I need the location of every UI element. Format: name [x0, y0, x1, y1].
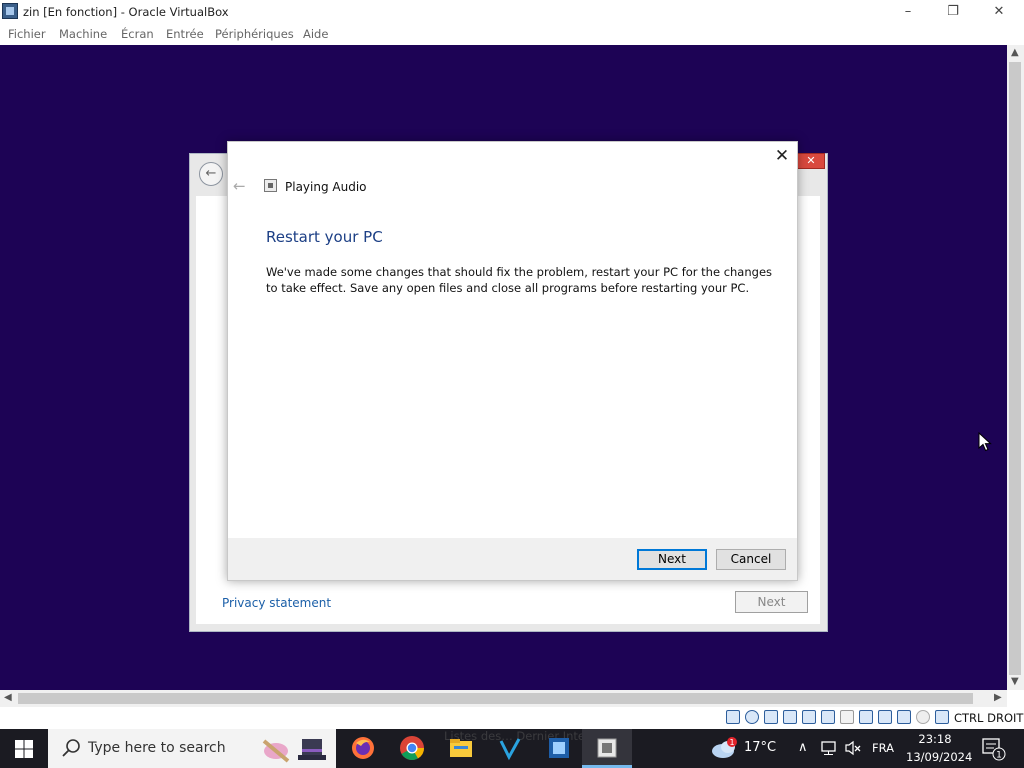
scroll-down-icon[interactable]: ▼	[1011, 676, 1019, 687]
virtualization-icon[interactable]	[897, 710, 911, 724]
display-icon[interactable]	[859, 710, 873, 724]
weather-badge: 1	[729, 738, 734, 747]
menu-entree[interactable]: Entrée	[166, 27, 204, 41]
dialog-close-icon[interactable]: ✕	[772, 146, 792, 166]
dialog-back-icon[interactable]: ←	[233, 177, 251, 195]
host-key-label: CTRL DROITE	[954, 711, 1024, 725]
restart-dialog	[227, 141, 798, 581]
language-indicator[interactable]: FRA	[872, 741, 894, 755]
clock-time[interactable]: 23:18	[906, 732, 964, 746]
back-arrow-icon[interactable]: ←	[199, 162, 223, 186]
search-highlight-art-icon	[262, 739, 326, 763]
scroll-left-icon[interactable]: ◀	[4, 692, 12, 703]
mouse-cursor-icon	[978, 432, 992, 452]
menu-aide[interactable]: Aide	[303, 27, 328, 41]
privacy-statement-link[interactable]: Privacy statement	[222, 596, 331, 610]
dialog-footer	[228, 538, 797, 580]
windows-start-icon[interactable]	[14, 739, 34, 759]
scroll-right-icon[interactable]: ▶	[994, 692, 1002, 703]
dialog-heading: Restart your PC	[266, 228, 383, 246]
firefox-icon[interactable]	[348, 733, 378, 763]
troubleshooter-taskbar-icon[interactable]	[592, 733, 622, 763]
menu-peripheriques[interactable]: Périphériques	[215, 27, 294, 41]
recording-icon[interactable]	[878, 710, 892, 724]
restore-icon[interactable]: ❐	[941, 2, 965, 22]
chrome-icon[interactable]	[397, 733, 427, 763]
file-explorer-icon[interactable]	[446, 733, 476, 763]
dialog-app-title: Playing Audio	[285, 180, 367, 194]
troubleshooter-next-button[interactable]: Next	[735, 591, 808, 613]
virtualbox-icon	[2, 3, 18, 19]
horizontal-scroll-thumb[interactable]	[18, 693, 973, 704]
audio-icon[interactable]	[783, 710, 797, 724]
floppy-icon[interactable]	[764, 710, 778, 724]
clock-date[interactable]: 13/09/2024	[906, 750, 972, 764]
temperature-label[interactable]: 17°C	[744, 740, 776, 755]
close-icon[interactable]: ✕	[987, 2, 1011, 22]
vertical-scroll-thumb[interactable]	[1009, 62, 1021, 675]
search-icon	[62, 739, 80, 757]
cancel-button[interactable]: Cancel	[716, 549, 786, 570]
hard-disk-icon[interactable]	[726, 710, 740, 724]
scroll-up-icon[interactable]: ▲	[1011, 47, 1019, 58]
shared-folders-icon[interactable]	[840, 710, 854, 724]
search-placeholder[interactable]: Type here to search	[88, 740, 226, 756]
keyboard-capture-icon[interactable]	[935, 710, 949, 724]
usb-icon[interactable]	[821, 710, 835, 724]
mouse-integration-icon[interactable]	[916, 710, 930, 724]
menu-ecran[interactable]: Écran	[121, 27, 154, 41]
virtualbox-taskbar-icon[interactable]	[544, 733, 574, 763]
weather-cloud-icon[interactable]: 1	[710, 735, 740, 761]
dialog-message: We've made some changes that should fix …	[266, 265, 773, 295]
chevron-up-icon[interactable]: ∧	[798, 740, 808, 755]
optical-drive-icon[interactable]	[745, 710, 759, 724]
visual-studio-icon[interactable]	[495, 733, 525, 763]
notification-center-icon[interactable]: 1	[980, 736, 1008, 762]
volume-muted-icon[interactable]	[844, 740, 862, 756]
network-icon[interactable]	[802, 710, 816, 724]
minimize-icon[interactable]: –	[896, 2, 920, 22]
troubleshooter-close-icon[interactable]: ✕	[797, 153, 825, 169]
menu-machine[interactable]: Machine	[59, 27, 107, 41]
audio-troubleshooter-icon	[264, 179, 277, 192]
notification-count: 1	[996, 751, 1002, 761]
window-title: zin [En fonction] - Oracle VirtualBox	[23, 5, 229, 19]
network-tray-icon[interactable]	[820, 740, 838, 756]
menu-fichier[interactable]: Fichier	[8, 27, 46, 41]
next-button[interactable]: Next	[637, 549, 707, 570]
